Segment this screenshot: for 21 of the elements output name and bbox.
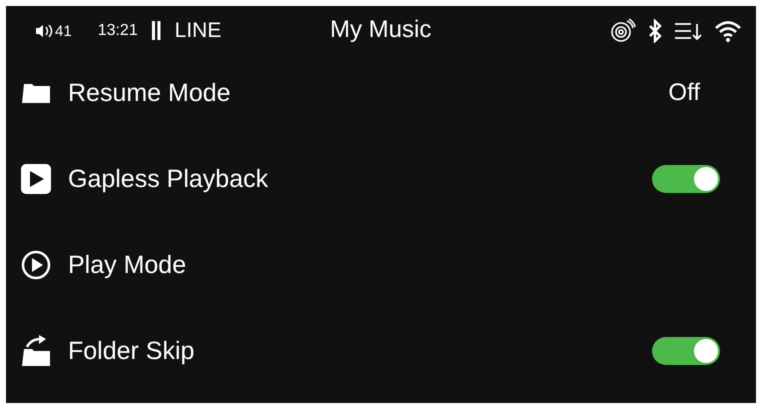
wifi-icon xyxy=(714,19,742,43)
setting-label[interactable]: Gapless Playback xyxy=(68,164,268,194)
setting-label[interactable]: Play Mode xyxy=(68,250,186,280)
sort-icon xyxy=(674,20,702,42)
setting-value: Off xyxy=(668,79,700,107)
setting-label[interactable]: Folder Skip xyxy=(68,336,194,366)
pause-indicator: ‖ xyxy=(150,18,163,44)
clock-time: 13:21 xyxy=(98,22,138,40)
setting-label[interactable]: Resume Mode xyxy=(68,78,231,108)
play-circle-icon xyxy=(20,250,52,280)
folder-icon xyxy=(20,82,52,104)
input-source: LINE xyxy=(174,19,222,43)
disc-icon xyxy=(610,18,636,44)
bluetooth-icon xyxy=(648,19,662,43)
toggle-switch[interactable] xyxy=(652,165,720,193)
screen-title: My Music xyxy=(330,16,432,44)
speaker-icon xyxy=(36,25,53,37)
play-icon xyxy=(20,163,52,195)
toggle-switch[interactable] xyxy=(652,337,720,365)
volume-level: 41 xyxy=(55,22,72,40)
folder-arrow-icon xyxy=(20,335,52,367)
